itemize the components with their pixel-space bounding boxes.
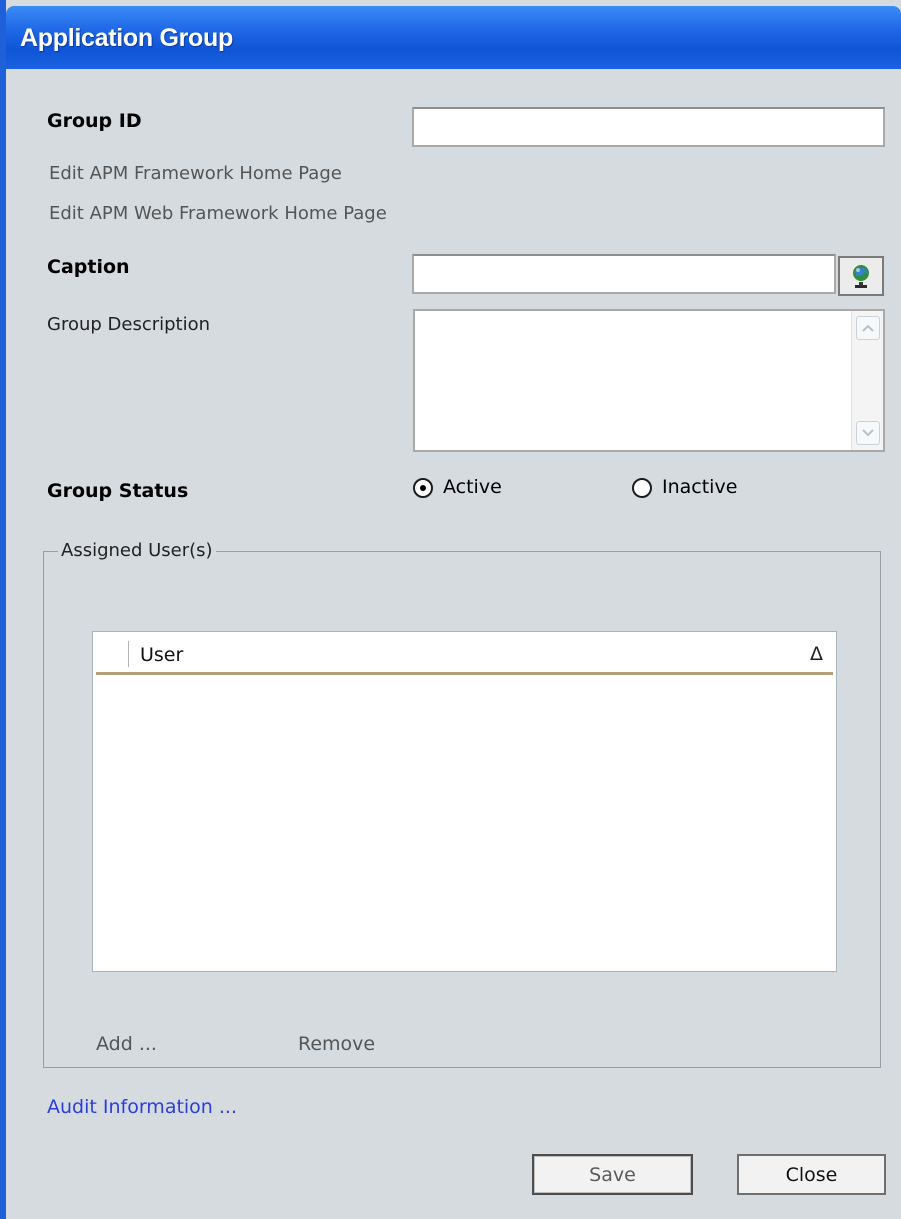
scroll-up-button[interactable] bbox=[856, 316, 880, 340]
caption-input[interactable] bbox=[412, 254, 836, 294]
scroll-down-button[interactable] bbox=[856, 421, 880, 445]
inactive-radio[interactable] bbox=[632, 478, 652, 498]
group-description-textarea[interactable] bbox=[413, 309, 885, 452]
globe-icon bbox=[853, 265, 869, 288]
group-status-label: Group Status bbox=[47, 480, 189, 502]
users-grid[interactable]: User Δ bbox=[92, 631, 837, 972]
assigned-users-legend: Assigned User(s) bbox=[58, 540, 216, 561]
title-bar[interactable]: Application Group bbox=[6, 6, 901, 69]
user-column-header[interactable]: User bbox=[140, 644, 183, 666]
translate-caption-button[interactable] bbox=[838, 256, 884, 296]
remove-user-link[interactable]: Remove bbox=[298, 1033, 375, 1055]
group-id-input[interactable] bbox=[412, 107, 885, 147]
chevron-up-icon bbox=[862, 324, 874, 332]
edit-web-framework-home-page-link[interactable]: Edit APM Web Framework Home Page bbox=[49, 203, 387, 224]
close-button[interactable]: Close bbox=[737, 1154, 886, 1195]
audit-information-link[interactable]: Audit Information ... bbox=[47, 1096, 237, 1118]
inactive-radio-label[interactable]: Inactive bbox=[662, 476, 737, 498]
active-radio-label[interactable]: Active bbox=[443, 476, 502, 498]
sort-ascending-icon[interactable]: Δ bbox=[810, 643, 823, 665]
description-scrollbar[interactable] bbox=[851, 311, 883, 450]
window-title: Application Group bbox=[20, 24, 233, 52]
group-description-label: Group Description bbox=[47, 314, 211, 335]
users-grid-header: User Δ bbox=[96, 635, 833, 675]
add-user-link[interactable]: Add ... bbox=[96, 1033, 157, 1055]
caption-label: Caption bbox=[47, 256, 130, 278]
group-id-label: Group ID bbox=[47, 110, 142, 132]
active-radio[interactable] bbox=[413, 478, 433, 498]
save-button[interactable]: Save bbox=[532, 1154, 693, 1195]
row-selector-separator bbox=[128, 641, 129, 667]
chevron-down-icon bbox=[862, 429, 874, 437]
edit-framework-home-page-link[interactable]: Edit APM Framework Home Page bbox=[49, 163, 342, 184]
